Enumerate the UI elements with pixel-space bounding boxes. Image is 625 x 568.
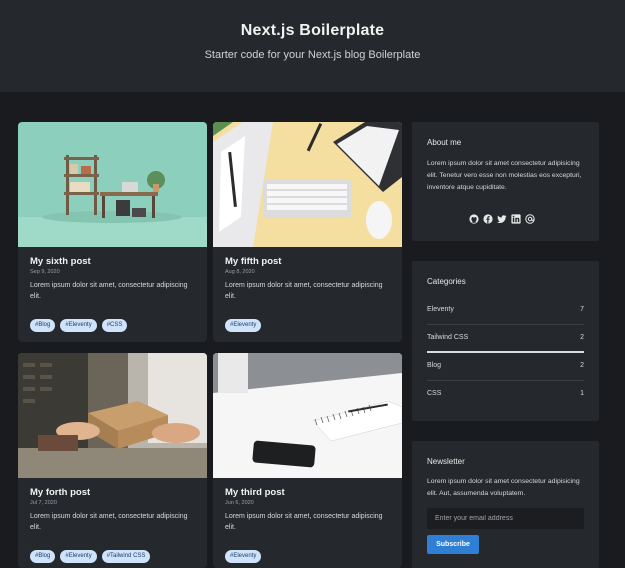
tag-eleventy[interactable]: #Eleventy <box>60 319 97 332</box>
post-image-keyboard[interactable] <box>213 122 402 247</box>
post-excerpt: Lorem ipsum dolor sit amet, consectetur … <box>225 513 383 531</box>
about-title: About me <box>427 138 462 147</box>
post-excerpt: Lorem ipsum dolor sit amet, consectetur … <box>30 282 188 300</box>
tag-css[interactable]: #CSS <box>101 319 128 332</box>
tag-blog[interactable]: #Blog <box>30 319 56 332</box>
facebook-icon[interactable] <box>483 214 493 224</box>
category-name: Tailwind CSS <box>427 334 469 341</box>
site-header: Next.js Boilerplate Starter code for you… <box>0 0 625 92</box>
post-excerpt: Lorem ipsum dolor sit amet, consectetur … <box>30 513 188 531</box>
post-image-desk-shelf[interactable] <box>18 122 207 247</box>
post-card[interactable]: My fifth post Aug 8, 2020 Lorem ipsum do… <box>213 122 402 342</box>
category-name: Eleventy <box>427 306 454 313</box>
post-card[interactable]: My third post Jun 6, 2020 Lorem ipsum do… <box>213 353 402 568</box>
category-name: Blog <box>427 362 442 369</box>
post-tags: #Blog #Eleventy #CSS <box>30 319 128 332</box>
category-count: 2 <box>580 334 584 341</box>
tag-eleventy[interactable]: #Eleventy <box>225 319 262 332</box>
post-title[interactable]: My third post <box>225 487 285 498</box>
newsletter-panel: Newsletter Lorem ipsum dolor sit amet co… <box>412 441 599 568</box>
post-tags: #Eleventy <box>225 550 262 563</box>
github-icon[interactable] <box>469 214 479 224</box>
categories-title: Categories <box>427 277 466 286</box>
post-image-phone-notebook[interactable] <box>213 353 402 478</box>
newsletter-text: Lorem ipsum dolor sit amet consectetur a… <box>427 478 580 498</box>
tag-tailwind-css[interactable]: #Tailwind CSS <box>101 550 151 563</box>
post-excerpt: Lorem ipsum dolor sit amet, consectetur … <box>225 282 383 300</box>
post-date: Aug 8, 2020 <box>225 269 255 275</box>
tag-eleventy[interactable]: #Eleventy <box>225 550 262 563</box>
post-tags: #Blog #Eleventy #Tailwind CSS <box>30 550 151 563</box>
twitter-icon[interactable] <box>497 214 507 224</box>
category-item-eleventy[interactable]: Eleventy 7 <box>427 296 584 324</box>
post-date: Jul 7, 2020 <box>30 500 57 506</box>
post-date: Sep 9, 2020 <box>30 269 60 275</box>
tag-blog[interactable]: #Blog <box>30 550 56 563</box>
category-item-blog[interactable]: Blog 2 <box>427 352 584 380</box>
subscribe-button[interactable]: Subscribe <box>427 535 479 554</box>
post-title[interactable]: My fifth post <box>225 256 281 267</box>
post-title[interactable]: My sixth post <box>30 256 91 267</box>
category-name: CSS <box>427 390 442 397</box>
categories-panel: Categories Eleventy 7 Tailwind CSS 2 Blo… <box>412 261 599 421</box>
about-panel: About me Lorem ipsum dolor sit amet cons… <box>412 122 599 241</box>
site-title[interactable]: Next.js Boilerplate <box>0 22 625 40</box>
linkedin-icon[interactable] <box>511 214 521 224</box>
about-text: Lorem ipsum dolor sit amet consectetur a… <box>427 160 582 192</box>
post-card[interactable]: My forth post Jul 7, 2020 Lorem ipsum do… <box>18 353 207 568</box>
post-image-package-handoff[interactable] <box>18 353 207 478</box>
email-at-icon[interactable] <box>525 214 535 224</box>
category-item-css[interactable]: CSS 1 <box>427 380 584 408</box>
email-input[interactable] <box>427 508 584 529</box>
newsletter-title: Newsletter <box>427 457 465 466</box>
social-links <box>469 214 535 224</box>
post-card[interactable]: My sixth post Sep 9, 2020 Lorem ipsum do… <box>18 122 207 342</box>
category-count: 7 <box>580 306 584 313</box>
category-count: 2 <box>580 362 584 369</box>
category-count: 1 <box>580 390 584 397</box>
post-date: Jun 6, 2020 <box>225 500 254 506</box>
post-tags: #Eleventy <box>225 319 262 332</box>
site-subtitle: Starter code for your Next.js blog Boile… <box>204 49 421 61</box>
tag-eleventy[interactable]: #Eleventy <box>60 550 97 563</box>
category-item-tailwind-css[interactable]: Tailwind CSS 2 <box>427 324 584 352</box>
post-title[interactable]: My forth post <box>30 487 90 498</box>
